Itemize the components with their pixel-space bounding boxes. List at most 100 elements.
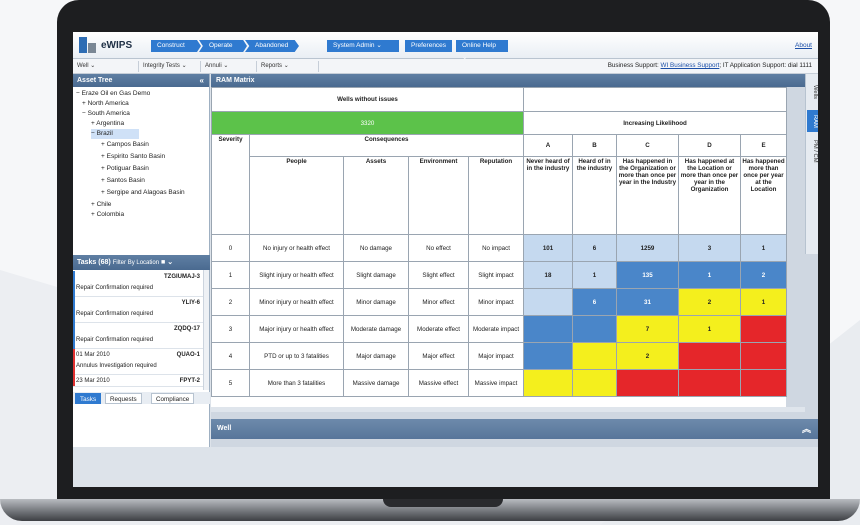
tree-node[interactable]: + Espirito Santo Basin bbox=[101, 152, 165, 162]
matrix-cell[interactable]: 1 bbox=[678, 261, 741, 289]
nav-operate[interactable]: Operate bbox=[199, 40, 247, 52]
checkbox-icon[interactable]: ■ bbox=[161, 259, 165, 266]
tree-node-selected[interactable]: − Brazil bbox=[91, 129, 139, 139]
tree-node[interactable]: + Chile bbox=[91, 200, 111, 210]
tree-node[interactable]: + Santos Basin bbox=[101, 176, 145, 186]
severity-header: Severity bbox=[211, 134, 250, 235]
tree-node-label: Sergipe and Alagoas Basin bbox=[106, 189, 185, 196]
likelihood-d: D bbox=[678, 134, 741, 157]
matrix-cell[interactable] bbox=[616, 369, 679, 397]
matrix-cell[interactable] bbox=[572, 369, 617, 397]
likelihood-b: B bbox=[572, 134, 617, 157]
task-text: Annulus Investigation required bbox=[76, 363, 157, 369]
matrix-cell[interactable] bbox=[572, 315, 617, 343]
matrix-cell[interactable]: 7 bbox=[616, 315, 679, 343]
tree-node[interactable]: + Potiguar Basin bbox=[101, 164, 149, 174]
nav-construct[interactable]: Construct bbox=[151, 40, 201, 52]
matrix-cell[interactable] bbox=[678, 369, 741, 397]
tree-node[interactable]: + Colombia bbox=[91, 210, 124, 220]
col-assets: Assets bbox=[343, 156, 409, 235]
matrix-cell[interactable]: 2 bbox=[678, 288, 741, 316]
tree-node[interactable]: + North America bbox=[82, 99, 129, 109]
matrix-cell[interactable] bbox=[678, 342, 741, 370]
sidebar-tabs: Tasks Requests Compliance bbox=[73, 392, 210, 404]
task-date: 23 Mar 2010 bbox=[76, 378, 110, 384]
task-item[interactable]: 23 Mar 2010 FPYT-2 bbox=[73, 375, 203, 387]
matrix-scrollbar[interactable] bbox=[211, 407, 805, 412]
assets-5: Massive damage bbox=[343, 369, 409, 397]
tab-compliance[interactable]: Compliance bbox=[151, 393, 195, 404]
task-status-bar bbox=[73, 297, 75, 323]
task-item[interactable]: YLIY-6 Repair Confirmation required bbox=[73, 297, 203, 323]
matrix-cell[interactable]: 101 bbox=[523, 234, 573, 262]
online-help-menu[interactable]: Online Help ⌄ bbox=[456, 40, 508, 61]
tree-node-label: Potiguar Basin bbox=[106, 165, 149, 172]
tree-node[interactable]: + Sergipe and Alagoas Basin bbox=[101, 188, 185, 198]
matrix-cell[interactable] bbox=[523, 369, 573, 397]
tree-node[interactable]: − South America bbox=[82, 109, 130, 119]
tree-node[interactable]: − Eraze Oil en Gas Demo bbox=[76, 89, 150, 99]
nav-abandoned[interactable]: Abandoned bbox=[245, 40, 299, 52]
likelihood-a-desc: Never heard of in the industry bbox=[523, 156, 573, 235]
preferences-button[interactable]: Preferences bbox=[405, 40, 452, 52]
reports-label: Reports bbox=[261, 63, 283, 69]
reports-dropdown[interactable]: Reports ⌄ bbox=[257, 61, 319, 72]
task-item[interactable]: ZQDQ-17 Repair Confirmation required bbox=[73, 323, 203, 349]
about-link[interactable]: About bbox=[795, 42, 812, 49]
vtab-pm-cm[interactable]: PM / CM bbox=[807, 136, 818, 166]
business-support-link[interactable]: WI Business Support bbox=[661, 62, 720, 69]
matrix-cell[interactable]: 2 bbox=[739, 261, 788, 289]
matrix-cell[interactable]: 2 bbox=[616, 342, 679, 370]
matrix-cell[interactable] bbox=[739, 369, 788, 397]
matrix-cell[interactable]: 1 bbox=[739, 234, 788, 262]
env-2: Minor effect bbox=[408, 288, 469, 316]
task-code: TZGIUMAJ-3 bbox=[164, 274, 200, 280]
matrix-cell[interactable]: 1259 bbox=[616, 234, 679, 262]
expand-up-icon[interactable]: ︽ bbox=[802, 419, 811, 439]
blank-header bbox=[522, 87, 788, 112]
vtab-wells[interactable]: Wells bbox=[807, 78, 818, 106]
task-date: 01 Mar 2010 bbox=[76, 352, 110, 358]
collapse-icon[interactable]: « bbox=[200, 74, 204, 87]
matrix-cell[interactable]: 135 bbox=[616, 261, 679, 289]
tree-node[interactable]: + Campos Basin bbox=[101, 140, 149, 150]
matrix-cell[interactable] bbox=[523, 315, 573, 343]
matrix-cell[interactable]: 6 bbox=[572, 288, 617, 316]
tab-tasks[interactable]: Tasks bbox=[75, 393, 102, 404]
asset-tree: − Eraze Oil en Gas Demo + North America … bbox=[73, 87, 209, 255]
matrix-cell[interactable]: 1 bbox=[739, 288, 788, 316]
col-reputation: Reputation bbox=[468, 156, 524, 235]
vtab-ram[interactable]: RAM bbox=[807, 110, 818, 132]
annuli-dropdown[interactable]: Annuli ⌄ bbox=[201, 61, 257, 72]
filter-by-location[interactable]: Filter By Location bbox=[113, 260, 159, 266]
likelihood-b-desc: Heard of in the industry bbox=[572, 156, 617, 235]
matrix-cell[interactable] bbox=[523, 288, 573, 316]
online-help-label: Online Help bbox=[462, 42, 496, 49]
tasks-scrollbar[interactable] bbox=[203, 270, 209, 390]
well-dropdown[interactable]: Well ⌄ bbox=[73, 61, 139, 72]
matrix-cell[interactable]: 1 bbox=[678, 315, 741, 343]
matrix-cell[interactable]: 31 bbox=[616, 288, 679, 316]
expand-icon[interactable]: ⌄ bbox=[167, 259, 173, 266]
matrix-cell[interactable] bbox=[572, 342, 617, 370]
env-0: No effect bbox=[408, 234, 469, 262]
wells-count-cell[interactable]: 3320 bbox=[211, 111, 524, 135]
matrix-cell[interactable]: 6 bbox=[572, 234, 617, 262]
matrix-cell[interactable] bbox=[739, 342, 788, 370]
integrity-tests-dropdown[interactable]: Integrity Tests ⌄ bbox=[139, 61, 201, 72]
likelihood-a: A bbox=[523, 134, 573, 157]
rep-4: Major impact bbox=[468, 342, 524, 370]
people-5: More than 3 fatalities bbox=[249, 369, 344, 397]
tab-requests[interactable]: Requests bbox=[105, 393, 142, 404]
matrix-cell[interactable] bbox=[739, 315, 788, 343]
tasks-header: Tasks (68) Filter By Location ■ ⌄ bbox=[73, 255, 210, 270]
task-item[interactable]: 01 Mar 2010 QUAO-1 Annulus Investigation r… bbox=[73, 349, 203, 375]
assets-2: Minor damage bbox=[343, 288, 409, 316]
matrix-cell[interactable]: 18 bbox=[523, 261, 573, 289]
matrix-cell[interactable]: 1 bbox=[572, 261, 617, 289]
matrix-cell[interactable]: 3 bbox=[678, 234, 741, 262]
system-admin-menu[interactable]: System Admin ⌄ bbox=[327, 40, 399, 52]
tree-node[interactable]: + Argentina bbox=[91, 119, 124, 129]
task-item[interactable]: TZGIUMAJ-3 Repair Confirmation required bbox=[73, 271, 203, 297]
matrix-cell[interactable] bbox=[523, 342, 573, 370]
